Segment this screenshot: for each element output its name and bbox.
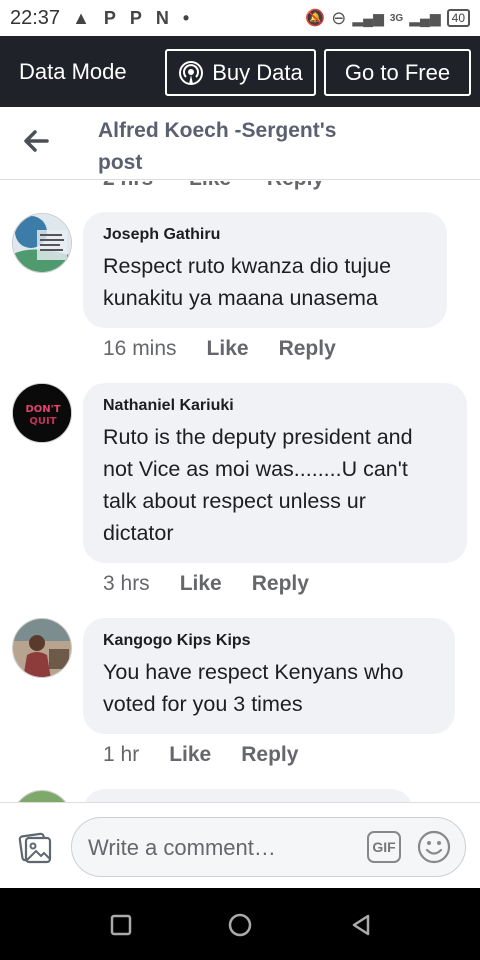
network-label: 3G — [389, 12, 404, 24]
comment-feed[interactable]: 2 hrs Like Reply Joseph Gathiru Respect … — [0, 181, 480, 802]
comment-line: Ruto is the deputy president and — [103, 425, 413, 449]
comment-line: dictator — [103, 521, 174, 545]
signal-icon-2: ▂▄▆ — [409, 9, 441, 26]
comment-input[interactable]: Write a comment… GIF — [71, 817, 466, 877]
warning-icon: ▲ — [72, 7, 90, 28]
comment-line: Respect ruto kwanza dio tujue — [103, 254, 392, 278]
comment-time: 1 hr — [103, 743, 140, 766]
back-arrow-icon[interactable] — [20, 125, 52, 157]
comment-meta: 3 hrs Like Reply — [103, 572, 309, 596]
avatar[interactable] — [12, 790, 72, 802]
gif-button[interactable]: GIF — [367, 831, 401, 863]
comment-bubble[interactable] — [83, 789, 413, 802]
recents-icon[interactable] — [108, 912, 134, 938]
comment-line: kunakitu ya maana unasema — [103, 286, 378, 310]
mute-icon: 🔕 — [305, 10, 326, 27]
avatar[interactable] — [12, 213, 72, 273]
previous-comment-meta: 2 hrs Like Reply — [103, 181, 354, 191]
comment-meta: 16 mins Like Reply — [103, 337, 336, 361]
go-to-free-button[interactable]: Go to Free — [324, 49, 471, 96]
comment-line: not Vice as moi was........U can't — [103, 457, 408, 481]
comment-text: Ruto is the deputy president and not Vic… — [103, 421, 447, 549]
commenter-name[interactable]: Nathaniel Kariuki — [103, 397, 447, 415]
avatar[interactable] — [12, 618, 72, 678]
status-right: 🔕 ⊖ ▂▄▆ 3G ▂▄▆ 40 — [305, 8, 470, 29]
go-to-free-label: Go to Free — [344, 59, 451, 85]
reply-link[interactable]: Reply — [267, 181, 324, 190]
comment-time: 2 hrs — [103, 181, 153, 190]
back-triangle-icon[interactable] — [348, 912, 374, 938]
data-mode-title: Data Mode — [19, 58, 127, 84]
dnd-icon: ⊖ — [331, 7, 347, 28]
like-link[interactable]: Like — [207, 337, 249, 361]
reply-link[interactable]: Reply — [252, 572, 309, 596]
like-link[interactable]: Like — [169, 743, 211, 767]
emoji-icon[interactable] — [417, 830, 451, 864]
system-nav-bar — [0, 888, 480, 960]
comment-meta: 1 hr Like Reply — [103, 743, 298, 767]
comment-bubble[interactable]: Nathaniel Kariuki Ruto is the deputy pre… — [83, 383, 467, 563]
reply-link[interactable]: Reply — [241, 743, 298, 767]
buy-data-button[interactable]: Buy Data — [165, 49, 316, 96]
comment-time: 3 hrs — [103, 572, 150, 595]
n-app-icon: N — [155, 7, 169, 28]
like-link[interactable]: Like — [180, 572, 222, 596]
comment-text: Respect ruto kwanza dio tujue kunakitu y… — [103, 250, 427, 314]
home-icon[interactable] — [227, 912, 253, 938]
commenter-name[interactable]: Kangogo Kips Kips — [103, 632, 435, 650]
battery-icon: 40 — [446, 9, 470, 27]
p-app-icon-2: P — [129, 7, 142, 28]
p-app-icon: P — [103, 7, 116, 28]
post-header: Alfred Koech -Sergent's post — [0, 107, 480, 180]
broadcast-icon — [179, 60, 204, 85]
comment-line: You have respect Kenyans who — [103, 660, 404, 684]
photo-icon[interactable] — [17, 829, 53, 865]
comment-line: talk about respect unless ur — [103, 489, 366, 513]
avatar[interactable]: DON'T QUIT — [12, 383, 72, 443]
status-bar: 22:37 ▲ P P N • 🔕 ⊖ ▂▄▆ 3G ▂▄▆ 40 — [0, 0, 480, 36]
dot-icon: • — [182, 7, 190, 28]
commenter-name[interactable]: Joseph Gathiru — [103, 226, 427, 244]
data-mode-banner: Data Mode Buy Data Go to Free — [0, 36, 480, 107]
svg-text:QUIT: QUIT — [29, 416, 56, 427]
status-time: 22:37 — [10, 6, 61, 29]
comment-bubble[interactable]: Joseph Gathiru Respect ruto kwanza dio t… — [83, 212, 447, 328]
page-title-line2: post — [98, 151, 143, 174]
page-title-line1: Alfred Koech -Sergent's — [98, 119, 337, 142]
comment-composer: Write a comment… GIF — [0, 802, 480, 888]
comment-bubble[interactable]: Kangogo Kips Kips You have respect Kenya… — [83, 618, 455, 734]
like-link[interactable]: Like — [189, 181, 231, 190]
comment-input-placeholder: Write a comment… — [88, 835, 276, 860]
comment-text: You have respect Kenyans who voted for y… — [103, 656, 435, 720]
signal-icon: ▂▄▆ — [352, 9, 384, 26]
comment-line: voted for you 3 times — [103, 692, 303, 716]
reply-link[interactable]: Reply — [279, 337, 336, 361]
comment-time: 16 mins — [103, 337, 177, 360]
buy-data-label: Buy Data — [212, 59, 303, 85]
svg-text:DON'T: DON'T — [25, 404, 60, 415]
page-title: Alfred Koech -Sergent's post — [98, 115, 398, 179]
